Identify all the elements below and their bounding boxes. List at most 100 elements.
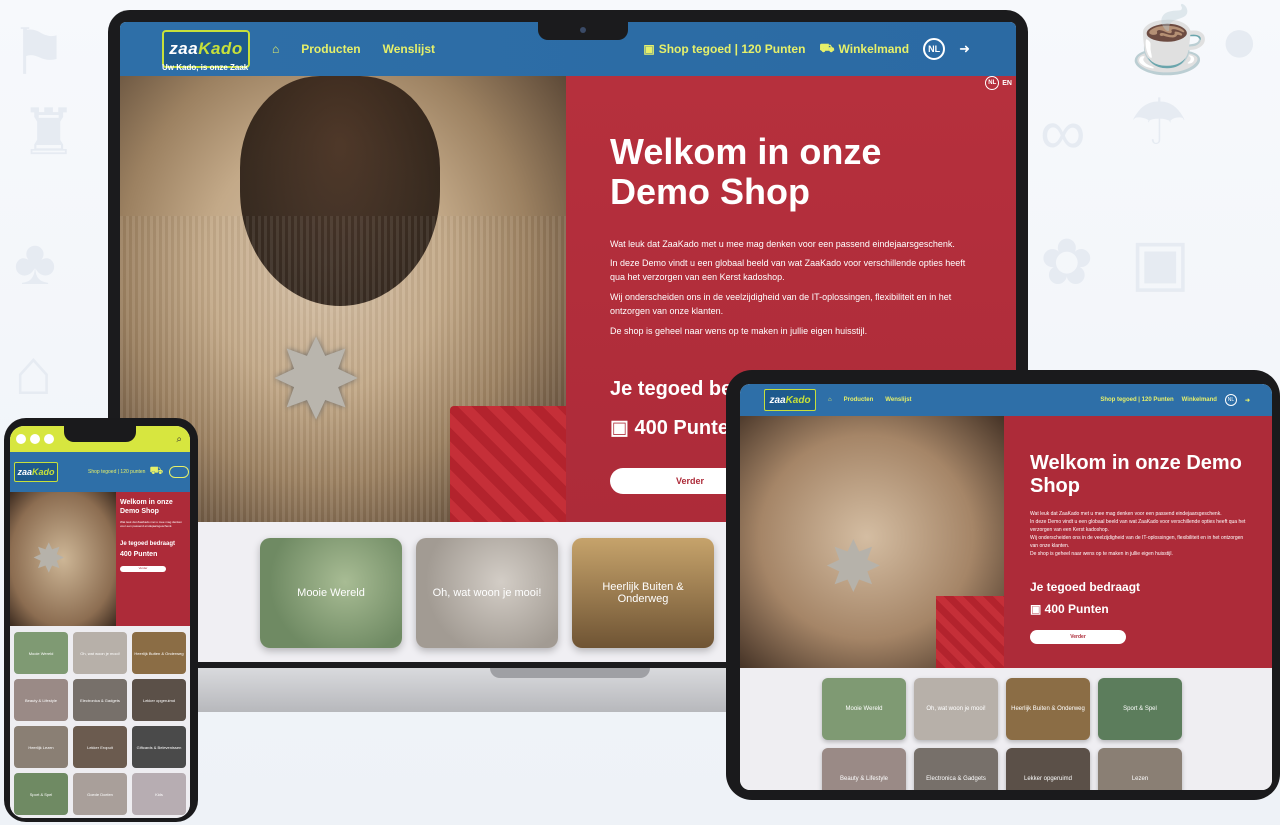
nav-link-producten[interactable]: Producten: [301, 42, 360, 56]
category-tile[interactable]: Mooie Wereld: [260, 538, 402, 648]
logout-icon[interactable]: ➜: [959, 41, 970, 57]
tablet-hero-paragraph: De shop is geheel naar wens op te maken …: [1030, 551, 1173, 557]
star-ornament-icon: ✸: [824, 528, 883, 606]
hero-paragraph: Wij onderscheiden ons in de veelzijdighe…: [610, 291, 952, 317]
phone-screen: ⌕ zaa Kado Shop tegoed | 120 punten ⛟ ✸ W…: [10, 426, 190, 818]
coffee-cup-icon: ☕: [1130, 4, 1210, 76]
hero-paragraph: In deze Demo vindt u een globaal beeld v…: [610, 258, 966, 283]
shop-credit-label: Shop tegoed | 120 Punten: [658, 42, 806, 56]
showcase-stage: ⚑ ♜ ♣ ⌂ ☕ ● ∞ ☂ ▣ ✿ zaaKado Uw Kado, is …: [0, 0, 1280, 825]
phone-verder-button[interactable]: Verder: [120, 565, 166, 572]
tablet-category-grid: Mooie Wereld Oh, wat woon je mooi! Heerl…: [822, 678, 1182, 790]
shop-credit-link[interactable]: ▣ Shop tegoed | 120 Punten: [643, 42, 805, 56]
phone-category-tile[interactable]: Beauty & Lifestyle: [14, 679, 68, 721]
tablet-language-badge[interactable]: NL: [1224, 394, 1237, 406]
language-switch: NL EN: [985, 76, 1012, 90]
phone-category-tile[interactable]: Kids: [132, 773, 186, 815]
phone-category-grid: Mooie Wereld Oh, wat woon je mooi! Heerl…: [10, 626, 190, 818]
logo-text-right: Kado: [198, 39, 243, 58]
tablet-category-tile[interactable]: Lezen: [1098, 748, 1182, 790]
phone-credit-label[interactable]: Shop tegoed | 120 punten: [88, 469, 145, 475]
gift-box-image: [450, 406, 566, 522]
tablet-category-section: Mooie Wereld Oh, wat woon je mooi! Heerl…: [740, 668, 1272, 790]
tablet-nav-producten[interactable]: Producten: [844, 397, 874, 403]
lang-en-button[interactable]: EN: [1002, 80, 1012, 87]
phone-category-tile[interactable]: Heerlijk Lezen: [14, 726, 68, 768]
hero-paragraph: Wat leuk dat ZaaKado met u mee mag denke…: [610, 238, 955, 249]
hero-text: Wat leuk dat ZaaKado met u mee mag denke…: [610, 237, 976, 338]
phone-category-tile[interactable]: Sport & Spel: [14, 773, 68, 815]
gift-icon: ▣: [610, 416, 635, 439]
tablet-category-tile[interactable]: Heerlijk Buiten & Onderweg: [1006, 678, 1090, 740]
tablet-category-tile[interactable]: Mooie Wereld: [822, 678, 906, 740]
logout-icon[interactable]: ➜: [1245, 397, 1250, 404]
tablet-hero-paragraph: In deze Demo vindt u een globaal beeld v…: [1030, 519, 1246, 533]
phone-category-tile[interactable]: Lekker Eropuit: [73, 726, 127, 768]
gift-box-image: [936, 596, 1006, 668]
phone-category-tile[interactable]: Lekker opgeruimd: [132, 679, 186, 721]
window-dot-icon: [16, 434, 26, 444]
tablet-logo-left: zaa: [769, 394, 786, 406]
menu-icon[interactable]: [169, 466, 190, 478]
phone-logo-right: Kado: [32, 467, 55, 477]
phone-category-tile[interactable]: Mooie Wereld: [14, 632, 68, 674]
tablet-category-tile[interactable]: Sport & Spel: [1098, 678, 1182, 740]
phone-logo[interactable]: zaa Kado: [14, 462, 58, 482]
phone-hero-photo: ✸: [10, 492, 116, 626]
phone-category-tile[interactable]: Oh, wat woon je mooi!: [73, 632, 127, 674]
tablet-hero-panel: Welkom in onze Demo Shop Wat leuk dat Za…: [1004, 416, 1272, 668]
star-ornament-icon: ✸: [32, 537, 66, 581]
laptop-hinge: [490, 668, 650, 678]
tablet-category-tile[interactable]: Oh, wat woon je mooi!: [914, 678, 998, 740]
language-badge[interactable]: NL: [923, 38, 946, 60]
window-dot-icon: [30, 434, 40, 444]
tablet-hero-text: Wat leuk dat ZaaKado met u mee mag denke…: [1030, 510, 1252, 558]
tablet-nav-wenslijst[interactable]: Wenslijst: [885, 397, 911, 403]
cart-label: Winkelmand: [838, 42, 910, 56]
phone-logo-left: zaa: [17, 467, 32, 477]
tablet-logo-right: Kado: [785, 394, 811, 406]
category-tile[interactable]: Oh, wat woon je mooi!: [416, 538, 558, 648]
tablet-credit-value-text: 400 Punten: [1044, 602, 1109, 616]
lang-nl-button[interactable]: NL: [985, 76, 1000, 90]
phone-category-tile[interactable]: Goede Doelen: [73, 773, 127, 815]
star-ornament-icon: ✸: [270, 319, 363, 442]
tablet-verder-button[interactable]: Verder: [1030, 630, 1126, 644]
category-tile[interactable]: Heerlijk Buiten & Onderweg: [572, 538, 714, 648]
home-icon[interactable]: ⌂: [272, 42, 279, 56]
phone-hero: ✸ Welkom in onze Demo Shop Wat leuk dat …: [10, 492, 190, 626]
phone-category-tile[interactable]: Electronica & Gadgets: [73, 679, 127, 721]
cart-icon[interactable]: ⛟: [149, 465, 163, 479]
tablet-hero-paragraph: Wij onderscheiden ons in de veelzijdighe…: [1030, 535, 1244, 549]
tablet-logo[interactable]: zaa Kado: [764, 389, 816, 411]
phone-category-tile[interactable]: Giftcards & Belevenissen: [132, 726, 186, 768]
gift-icon: ▣: [643, 42, 655, 56]
tablet-hero: ✸ Welkom in onze Demo Shop Wat leuk dat …: [740, 416, 1272, 668]
tablet-hero-photo: ✸: [740, 416, 1006, 668]
tablet-hero-paragraph: Wat leuk dat ZaaKado met u mee mag denke…: [1030, 511, 1222, 517]
phone-nav: zaa Kado Shop tegoed | 120 punten ⛟: [10, 452, 190, 492]
tablet-category-tile[interactable]: Lekker opgeruimd: [1006, 748, 1090, 790]
nav-link-wenslijst[interactable]: Wenslijst: [383, 42, 435, 56]
wine-bottle-icon: ♜: [20, 96, 78, 168]
lantern-icon: ⌂: [14, 336, 53, 408]
logo-tagline: Uw Kado, is onze Zaak: [162, 63, 249, 72]
phone-credit-value: 400 Punten: [120, 550, 158, 558]
home-icon[interactable]: ⌂: [828, 397, 832, 403]
phone-hero-panel: Welkom in onze Demo Shop Wat leuk dat Za…: [116, 492, 190, 626]
camera-icon: [580, 27, 586, 33]
search-icon[interactable]: ⌕: [176, 434, 182, 445]
tablet-credit-title: Je tegoed bedraagt: [1030, 580, 1141, 594]
tablet-category-tile[interactable]: Beauty & Lifestyle: [822, 748, 906, 790]
tablet-category-tile[interactable]: Electronica & Gadgets: [914, 748, 998, 790]
hero-paragraph: De shop is geheel naar wens op te maken …: [610, 325, 868, 336]
phone-credit-title: Je tegoed bedraagt: [120, 540, 176, 547]
hero-title: Welkom in onze Demo Shop: [610, 131, 882, 213]
gift-icon: ▣: [1130, 226, 1191, 298]
tablet-credit-value: ▣ 400 Punten: [1030, 602, 1252, 616]
tablet-credit-link[interactable]: Shop tegoed | 120 Punten: [1100, 397, 1173, 403]
tablet-cart-link[interactable]: Winkelmand: [1182, 397, 1217, 403]
logo-text-left: zaa: [169, 39, 199, 58]
phone-category-tile[interactable]: Heerlijk Buiten & Onderweg: [132, 632, 186, 674]
cart-link[interactable]: ⛟ Winkelmand: [819, 41, 909, 57]
